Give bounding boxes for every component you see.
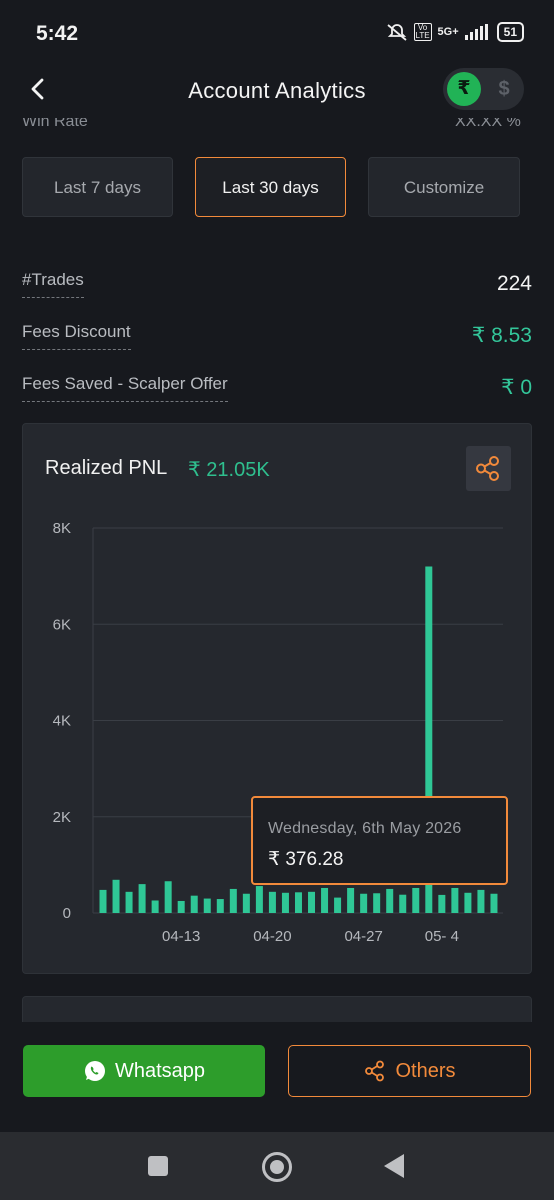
share-icon <box>365 1060 385 1082</box>
pnl-bar <box>386 888 394 913</box>
pnl-bar <box>399 894 407 913</box>
tooltip-value: ₹ 376.28 <box>268 849 344 870</box>
pnl-bar <box>464 892 472 913</box>
pnl-bar <box>203 898 211 913</box>
pnl-bar <box>334 897 342 913</box>
tab-customize[interactable]: Customize <box>368 157 520 217</box>
x-tick-label: 04-20 <box>253 928 291 945</box>
y-tick-label: 8K <box>53 520 71 537</box>
tab-last-30-days[interactable]: Last 30 days <box>195 157 346 217</box>
currency-toggle[interactable]: ₹ $ <box>443 68 524 110</box>
fees-saved-value: ₹ 0 <box>501 376 532 399</box>
volte-badge: Vo LTE <box>413 23 432 41</box>
pnl-bar <box>242 893 250 913</box>
y-tick-label: 4K <box>53 713 71 730</box>
pnl-bar <box>373 893 381 913</box>
fees-discount-label: Fees Discount <box>22 322 131 350</box>
network-label: 5G+ <box>437 26 459 38</box>
usd-currency-icon[interactable]: $ <box>489 72 519 106</box>
trades-label: #Trades <box>22 270 84 298</box>
home-icon[interactable] <box>262 1152 292 1182</box>
mute-icon <box>386 24 407 41</box>
pnl-bar <box>164 881 172 913</box>
status-icons: Vo LTE 5G+ 51 <box>386 22 524 42</box>
pnl-bar <box>229 888 237 913</box>
pnl-bar <box>151 900 159 913</box>
inr-currency-icon[interactable]: ₹ <box>447 72 481 106</box>
y-tick-label: 0 <box>63 905 71 922</box>
system-back-icon[interactable] <box>384 1154 404 1178</box>
pnl-bar <box>125 891 133 913</box>
x-tick-label: 04-27 <box>344 928 382 945</box>
pnl-bar <box>412 887 420 913</box>
realized-pnl-bar-chart: 0 2K 4K 6K 8K 04-13 04-20 04-27 05- 4 <box>53 520 503 945</box>
tooltip-date: Wednesday, 6th May 2026 <box>268 820 462 837</box>
pnl-bar <box>477 889 485 913</box>
share-actions-bar: Whatsapp Others <box>0 1022 554 1132</box>
win-rate-value-cut: XX.XX % <box>455 118 521 128</box>
pnl-bar <box>112 879 120 913</box>
fees-saved-label: Fees Saved - Scalper Offer <box>22 374 228 402</box>
pnl-bar <box>490 893 498 913</box>
pnl-bar <box>347 887 355 913</box>
pnl-bar <box>190 895 198 913</box>
pnl-bar <box>308 891 316 913</box>
pnl-bar <box>138 884 146 913</box>
x-tick-label: 04-13 <box>162 928 200 945</box>
whatsapp-icon <box>84 1061 105 1081</box>
tab-last-7-days[interactable]: Last 7 days <box>22 157 173 217</box>
fees-discount-value: ₹ 8.53 <box>471 324 532 347</box>
pnl-bar <box>321 887 329 913</box>
realized-pnl-card: Realized PNL ₹ 21.05K 0 2K 4K 6K 8K 04-13 04-2… <box>22 423 532 974</box>
pnl-bar <box>451 887 459 913</box>
pnl-bar <box>255 886 263 913</box>
whatsapp-label: Whatsapp <box>114 1059 206 1082</box>
pnl-bar <box>294 892 302 913</box>
pnl-bar <box>438 894 446 913</box>
y-tick-label: 2K <box>53 809 71 826</box>
app-header: Account Analytics ₹ $ <box>0 64 554 126</box>
recent-apps-icon[interactable] <box>148 1156 168 1176</box>
pnl-bar <box>360 893 368 913</box>
pnl-bar <box>216 899 224 913</box>
others-share-button[interactable]: Others <box>288 1045 531 1097</box>
whatsapp-share-button[interactable]: Whatsapp <box>23 1045 265 1097</box>
x-tick-label: 05- 4 <box>425 928 459 945</box>
pnl-bar <box>281 892 289 913</box>
battery-indicator: 51 <box>496 22 524 42</box>
pnl-bar <box>268 891 276 913</box>
others-label: Others <box>395 1059 456 1082</box>
status-time: 5:42 <box>36 22 79 45</box>
trades-value: 224 <box>496 272 532 295</box>
chart-tooltip: Wednesday, 6th May 2026 ₹ 376.28 <box>251 796 508 885</box>
win-rate-label-cut: Win Rate <box>22 118 88 128</box>
y-tick-label: 6K <box>53 616 71 633</box>
pnl-bar <box>99 889 107 913</box>
status-bar: 5:42 Vo LTE 5G+ 51 <box>0 0 554 64</box>
system-nav-bar <box>0 1132 554 1200</box>
pnl-bar <box>177 900 185 913</box>
signal-icon <box>464 24 488 40</box>
